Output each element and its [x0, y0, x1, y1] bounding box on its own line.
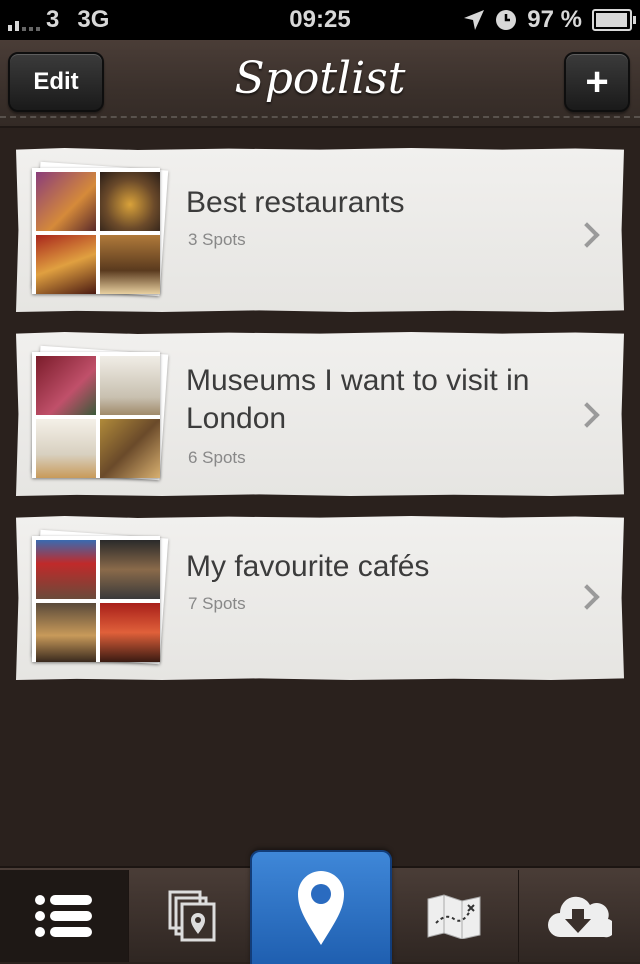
photo-thumbnail — [36, 235, 96, 294]
tab-spots[interactable] — [250, 850, 392, 964]
list-item[interactable]: Museums I want to visit in London 6 Spot… — [16, 332, 624, 496]
photo-thumbnail — [100, 540, 160, 599]
thumbnail-collage — [30, 345, 169, 481]
chevron-right-icon — [574, 402, 600, 428]
tab-lists[interactable] — [0, 870, 129, 962]
battery-fill — [596, 13, 628, 27]
clock-icon — [496, 10, 517, 30]
photo-thumbnail — [36, 356, 96, 415]
chevron-right-icon — [574, 222, 600, 248]
battery-percent: 97 % — [527, 6, 582, 33]
photo-thumbnail — [100, 235, 160, 294]
stitch-divider — [0, 116, 640, 118]
status-bar: 3 3G 09:25 97 % — [0, 0, 640, 40]
tab-map[interactable] — [390, 870, 519, 962]
photo-thumbnail — [100, 172, 160, 231]
photo-thumbnail — [36, 540, 96, 599]
list-icon — [35, 895, 92, 937]
photo-thumbnail — [36, 419, 96, 478]
photo-thumbnail — [36, 603, 96, 662]
chevron-right-icon — [574, 584, 600, 610]
tab-photos[interactable] — [128, 870, 257, 962]
thumbnail-collage — [30, 529, 169, 665]
navigation-bar: Edit Spotlist + — [0, 40, 640, 128]
map-pin-icon — [298, 871, 344, 945]
list-title: Best restaurants — [186, 186, 405, 219]
photo-thumbnail — [36, 172, 96, 231]
thumbnail-collage — [30, 161, 169, 297]
spot-count: 7 Spots — [188, 594, 246, 613]
list-title: My favourite cafés — [186, 550, 430, 583]
app-title: Spotlist — [234, 53, 406, 104]
spotlist-list: Best restaurants 3 Spots Museums I want … — [0, 128, 640, 866]
location-arrow-icon — [464, 10, 485, 30]
list-title: Museums I want to visit in London — [186, 364, 530, 435]
cloud-download-icon — [548, 896, 612, 938]
photo-thumbnail — [100, 356, 160, 415]
photo-thumbnail — [100, 603, 160, 662]
photo-stack-icon — [168, 890, 216, 942]
add-list-button[interactable]: + — [564, 52, 630, 112]
map-icon — [427, 894, 481, 939]
tab-download[interactable] — [518, 870, 640, 962]
list-item[interactable]: Best restaurants 3 Spots — [16, 148, 624, 312]
tab-bar — [0, 850, 640, 964]
status-right: 97 % — [463, 6, 636, 34]
photo-thumbnail — [100, 419, 160, 478]
spot-count: 3 Spots — [188, 230, 246, 249]
battery-icon — [592, 9, 636, 31]
list-item[interactable]: My favourite cafés 7 Spots — [16, 516, 624, 680]
spot-count: 6 Spots — [188, 448, 246, 467]
